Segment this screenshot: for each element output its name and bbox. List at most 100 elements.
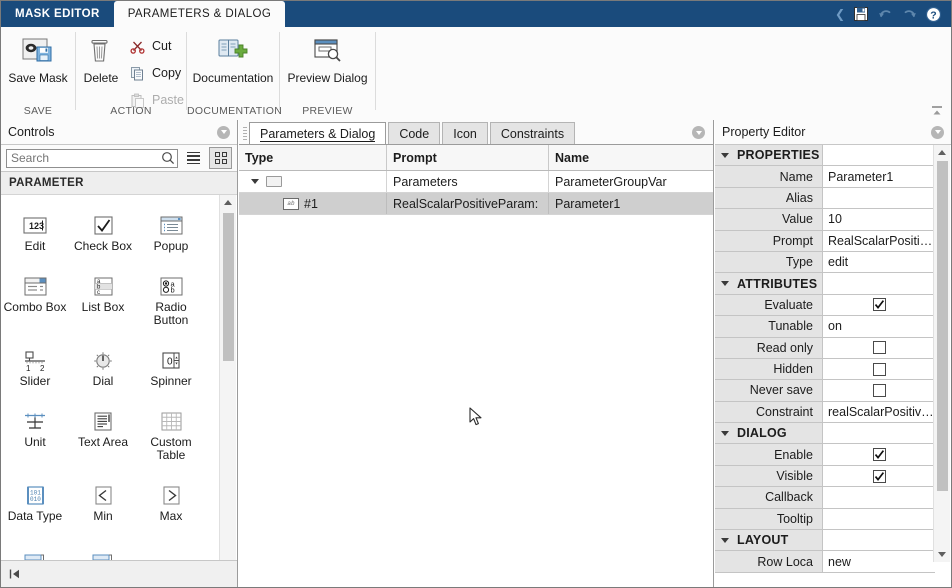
property-row-enable[interactable]: Enable bbox=[715, 444, 935, 465]
property-row-constraint[interactable]: Constraint realScalarPositiv… bbox=[715, 402, 935, 423]
hidden-checkbox[interactable] bbox=[873, 363, 886, 376]
property-row-row-location[interactable]: Row Loca new bbox=[715, 551, 935, 572]
expand-collapse-triangle-icon[interactable] bbox=[251, 179, 259, 184]
property-editor-collapse-button[interactable] bbox=[931, 126, 944, 139]
tab-mask-editor[interactable]: MASK EDITOR bbox=[1, 1, 114, 27]
documentation-button[interactable]: Documentation bbox=[187, 32, 279, 102]
property-value[interactable] bbox=[823, 487, 935, 507]
property-value[interactable] bbox=[823, 295, 935, 315]
property-row-value[interactable]: Value 10 bbox=[715, 209, 935, 230]
property-editor-vertical-scrollbar[interactable] bbox=[933, 145, 950, 562]
table-row[interactable]: Parameters ParameterGroupVar bbox=[239, 171, 713, 193]
property-group-properties[interactable]: PROPERTIES bbox=[715, 145, 935, 166]
property-group-layout[interactable]: LAYOUT bbox=[715, 530, 935, 551]
column-header-prompt[interactable]: Prompt bbox=[387, 145, 549, 170]
palette-item-data-type[interactable]: 101010 Data Type bbox=[1, 473, 69, 523]
palette-item-slider[interactable]: 12 Slider bbox=[1, 338, 69, 388]
chevron-down-icon[interactable] bbox=[721, 153, 729, 158]
table-row[interactable]: ab #1 RealScalarPositiveParam: Parameter… bbox=[239, 193, 713, 215]
column-header-name[interactable]: Name bbox=[549, 145, 713, 170]
search-box[interactable] bbox=[6, 149, 178, 168]
property-row-tooltip[interactable]: Tooltip bbox=[715, 509, 935, 530]
property-value[interactable]: RealScalarPositi… bbox=[823, 231, 935, 251]
palette-item-dial[interactable]: Dial bbox=[69, 338, 137, 388]
grid-view-toggle[interactable] bbox=[209, 147, 232, 169]
property-value[interactable]: 10 bbox=[823, 209, 935, 229]
palette-item-popup[interactable]: Popup bbox=[137, 203, 205, 253]
property-row-hidden[interactable]: Hidden bbox=[715, 359, 935, 380]
tab-icon[interactable]: Icon bbox=[442, 122, 488, 144]
palette-item-custom-table[interactable]: Custom Table bbox=[137, 399, 205, 462]
list-view-toggle[interactable] bbox=[183, 148, 204, 168]
tab-parameters-dialog[interactable]: Parameters & Dialog bbox=[249, 122, 386, 144]
help-icon[interactable]: ? bbox=[922, 3, 944, 25]
palette-item-edit[interactable]: 123 Edit bbox=[1, 203, 69, 253]
scroll-up-arrow-icon[interactable] bbox=[934, 145, 950, 160]
save-icon[interactable] bbox=[850, 3, 872, 25]
property-value[interactable] bbox=[823, 380, 935, 400]
property-value[interactable] bbox=[823, 466, 935, 486]
copy-button[interactable]: Copy bbox=[126, 62, 181, 84]
cell-prompt[interactable]: RealScalarPositiveParam: bbox=[387, 193, 549, 214]
chevron-down-icon[interactable] bbox=[721, 431, 729, 436]
cell-prompt[interactable]: Parameters bbox=[387, 171, 549, 192]
save-mask-button[interactable]: Save Mask bbox=[1, 32, 75, 102]
property-row-name[interactable]: Name Parameter1 bbox=[715, 166, 935, 187]
chevron-down-icon[interactable] bbox=[721, 538, 729, 543]
scroll-down-arrow-icon[interactable] bbox=[934, 547, 950, 562]
palette-item-spinner[interactable]: 0 Spinner bbox=[137, 338, 205, 388]
property-row-type[interactable]: Type edit bbox=[715, 252, 935, 273]
scrollbar-thumb[interactable] bbox=[937, 161, 948, 491]
property-row-callback[interactable]: Callback bbox=[715, 487, 935, 508]
property-row-never-save[interactable]: Never save bbox=[715, 380, 935, 401]
palette-item-text-area[interactable]: Text Area bbox=[69, 399, 137, 462]
read-only-checkbox[interactable] bbox=[873, 341, 886, 354]
controls-panel-collapse-button[interactable] bbox=[217, 126, 230, 139]
palette-item-unit[interactable]: Unit bbox=[1, 399, 69, 462]
search-input[interactable] bbox=[7, 150, 159, 166]
center-panel-collapse-button[interactable] bbox=[692, 126, 705, 139]
redo-icon[interactable] bbox=[898, 3, 920, 25]
enable-checkbox[interactable] bbox=[873, 448, 886, 461]
palette-item-max[interactable]: Max bbox=[137, 473, 205, 523]
preview-dialog-button[interactable]: Preview Dialog bbox=[280, 32, 375, 102]
collapse-left-panel-button[interactable] bbox=[8, 568, 22, 580]
property-value[interactable]: new bbox=[823, 551, 935, 571]
property-value[interactable] bbox=[823, 338, 935, 358]
property-row-prompt[interactable]: Prompt RealScalarPositi… bbox=[715, 231, 935, 252]
property-row-read-only[interactable]: Read only bbox=[715, 338, 935, 359]
chevron-down-icon[interactable] bbox=[721, 281, 729, 286]
property-row-evaluate[interactable]: Evaluate bbox=[715, 295, 935, 316]
property-group-attributes[interactable]: ATTRIBUTES bbox=[715, 273, 935, 294]
ribbon-collapse-button[interactable] bbox=[929, 104, 945, 118]
cell-type[interactable]: ab #1 bbox=[239, 193, 387, 214]
tab-parameters-and-dialog[interactable]: PARAMETERS & DIALOG bbox=[114, 1, 286, 27]
property-value[interactable] bbox=[823, 359, 935, 379]
property-value[interactable] bbox=[823, 444, 935, 464]
property-value[interactable] bbox=[823, 188, 935, 208]
property-value[interactable]: on bbox=[823, 316, 935, 336]
cut-button[interactable]: Cut bbox=[126, 35, 171, 57]
property-value[interactable]: edit bbox=[823, 252, 935, 272]
property-value[interactable]: realScalarPositiv… bbox=[823, 402, 935, 422]
property-row-visible[interactable]: Visible bbox=[715, 466, 935, 487]
property-group-dialog[interactable]: DIALOG bbox=[715, 423, 935, 444]
visible-checkbox[interactable] bbox=[873, 470, 886, 483]
cell-name[interactable]: ParameterGroupVar bbox=[549, 171, 713, 192]
never-save-checkbox[interactable] bbox=[873, 384, 886, 397]
property-row-alias[interactable]: Alias bbox=[715, 188, 935, 209]
tab-code[interactable]: Code bbox=[388, 122, 440, 144]
column-header-type[interactable]: Type bbox=[239, 145, 387, 170]
palette-item-list-box[interactable]: abc List Box bbox=[69, 264, 137, 327]
controls-vertical-scrollbar[interactable] bbox=[219, 195, 236, 572]
panel-grip-handle[interactable] bbox=[241, 124, 249, 142]
undo-icon[interactable] bbox=[874, 3, 896, 25]
quick-access-chevron-left-icon[interactable]: ❮ bbox=[835, 7, 845, 21]
property-value[interactable] bbox=[823, 509, 935, 529]
tab-constraints[interactable]: Constraints bbox=[490, 122, 575, 144]
palette-item-check-box[interactable]: Check Box bbox=[69, 203, 137, 253]
evaluate-checkbox[interactable] bbox=[873, 298, 886, 311]
palette-item-radio-button[interactable]: ab Radio Button bbox=[137, 264, 205, 327]
property-value[interactable]: Parameter1 bbox=[823, 166, 935, 186]
delete-button[interactable]: Delete bbox=[76, 32, 126, 102]
